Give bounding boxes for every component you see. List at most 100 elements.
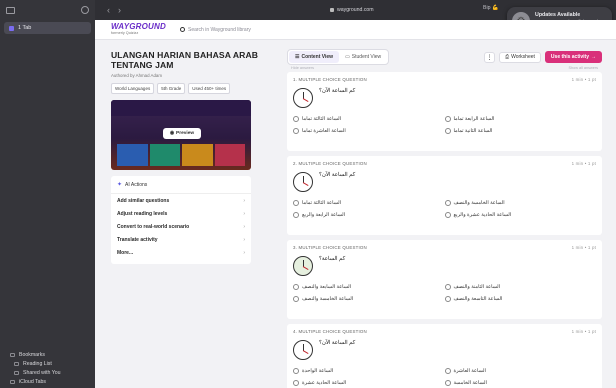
lock-icon [330,7,334,12]
radio-icon [293,116,299,122]
answer-option[interactable]: الساعة العاشرة تماما [293,128,445,134]
tabs-icon [9,25,14,31]
activity-thumbnail[interactable]: ◉ Preview [111,100,251,170]
answer-option[interactable]: الساعة الثانية تماما [444,128,597,134]
search-placeholder: Search in Wayground library [187,26,251,33]
answer-option[interactable]: الساعة الخامسة والنصف [444,200,597,206]
question-body: كم الساعة الآن؟ [293,340,596,360]
answer-option[interactable]: الساعة الواحدة [293,368,445,374]
question-body: كم الساعة الآن؟ [293,172,596,192]
shared-icon [14,370,19,375]
forward-arrow-icon[interactable]: › [118,5,121,15]
radio-icon [444,200,451,206]
radio-icon [444,116,451,122]
option-text: الساعة الحادية عشرة والربع [453,212,512,218]
answer-option[interactable]: الساعة الثامنة والنصف [444,284,597,290]
ai-action-label: More... [117,249,134,256]
question-card[interactable]: 4. MULTIPLE CHOICE QUESTION 1 min • 1 pt… [287,324,602,388]
question-body: كم الساعة؟ [293,256,596,276]
activity-details: ULANGAN HARIAN BAHASA ARAB TENTANG JAM A… [111,50,281,264]
question-header: 4. MULTIPLE CHOICE QUESTION 1 min • 1 pt [293,329,596,334]
radio-icon [444,284,451,290]
ai-action-real-world[interactable]: Convert to real-world scenario › [111,220,251,233]
preview-button[interactable]: ◉ Preview [163,128,201,139]
site-logo[interactable]: WAYGROUND formerly Quizizz [111,22,166,36]
radio-icon [293,296,299,302]
sidebar-item-shared[interactable]: Shared with You [10,368,61,377]
question-type: 2. MULTIPLE CHOICE QUESTION [293,161,367,166]
radio-icon [293,284,299,290]
answer-option[interactable]: الساعة الحادية عشرة والربع [444,212,597,218]
back-arrow-icon[interactable]: ‹ [107,5,110,15]
grade-tag[interactable]: 5th Grade [157,83,186,94]
answer-option[interactable]: الساعة الرابعة تماما [444,116,597,122]
ai-action-label: Translate activity [117,236,158,243]
answer-option[interactable]: الساعة الثالثة تماما [293,200,445,206]
list-icon: ☰ [295,54,300,60]
search-input[interactable]: Search in Wayground library [176,24,296,35]
sidebar-item-reading-list[interactable]: Reading List [10,359,61,368]
answer-option[interactable]: الساعة الحادية عشرة [293,380,445,386]
answer-option[interactable]: الساعة الثالثة تماما [293,116,445,122]
sidebar-item-icloud-tabs[interactable]: iCloud Tabs [10,377,61,386]
monitor-icon: ▭ [345,54,350,60]
use-activity-button[interactable]: Use this activity → [544,51,602,63]
sidebar-tab-item[interactable]: 1 Tab [4,22,91,34]
subject-tag[interactable]: World Languages [111,83,155,94]
option-text: الساعة الثالثة تماما [302,116,342,122]
toolbar-extension[interactable]: Bip 💪 [483,5,498,11]
cloud-icon [10,379,15,384]
question-card[interactable]: 3. MULTIPLE CHOICE QUESTION 1 min • 1 pt… [287,240,602,319]
answer-options: الساعة الثالثة تماما الساعة الرابعة تمام… [293,116,596,134]
answer-option[interactable]: الساعة السابعة والنصف [293,284,445,290]
answer-options: الساعة الثالثة تماما الساعة الخامسة والن… [293,200,596,218]
address-bar[interactable]: wayground.com [330,4,410,15]
question-card[interactable]: 2. MULTIPLE CHOICE QUESTION 1 min • 1 pt… [287,156,602,235]
arrow-right-icon: → [591,54,596,60]
clock-icon [293,172,313,192]
answer-options: الساعة الواحدة الساعة العاشرة الساعة الح… [293,368,596,386]
sidebar-item-label: iCloud Tabs [19,378,47,385]
tab-group-icon[interactable] [81,6,89,14]
ai-actions-title: AI Actions [125,181,148,188]
sidebar-toggle-icon[interactable] [6,6,15,14]
option-text: الساعة العاشرة تماما [302,128,346,134]
question-type: 4. MULTIPLE CHOICE QUESTION [293,329,367,334]
web-page: WAYGROUND formerly Quizizz Search in Way… [95,20,616,388]
tab-content-view[interactable]: ☰ Content View [289,51,340,63]
sidebar-item-label: Shared with You [23,369,61,376]
ai-actions-panel: ✦ AI Actions Add similar questions › Adj… [111,176,251,264]
option-text: الساعة الرابعة والربع [302,212,346,218]
answer-option[interactable]: الساعة الخامسة [444,380,597,386]
worksheet-button[interactable]: ⎙ Worksheet [499,51,541,63]
answer-option[interactable]: الساعة الخامسة والنصف [293,296,445,302]
thumbnail-tile [182,144,213,166]
question-list: Hide answers Show all answers 1. MULTIPL… [287,66,602,388]
chevron-right-icon: › [243,223,245,230]
radio-icon [444,296,451,302]
ai-action-add-similar[interactable]: Add similar questions › [111,194,251,207]
sidebar-item-bookmarks[interactable]: Bookmarks [10,350,61,359]
option-text: الساعة العاشرة [453,368,486,374]
answer-option[interactable]: الساعة الرابعة والربع [293,212,445,218]
ai-action-more[interactable]: More... › [111,246,251,259]
chevron-right-icon: › [243,197,245,204]
question-type: 3. MULTIPLE CHOICE QUESTION [293,245,367,250]
ai-action-translate[interactable]: Translate activity › [111,233,251,246]
tab-student-view[interactable]: ▭ Student View [339,51,387,63]
more-options-button[interactable]: ⋮ [484,51,496,63]
chevron-right-icon: › [243,236,245,243]
radio-icon [293,128,299,134]
radio-icon [444,368,451,374]
question-text: كم الساعة؟ [319,256,346,262]
logo-subtext: formerly Quizizz [111,30,139,35]
ai-action-reading-levels[interactable]: Adjust reading levels › [111,207,251,220]
radio-icon [444,380,451,386]
question-card[interactable]: 1. MULTIPLE CHOICE QUESTION 1 min • 1 pt… [287,72,602,151]
answer-option[interactable]: الساعة العاشرة [444,368,597,374]
option-text: الساعة الرابعة تماما [453,116,495,122]
clock-icon [293,88,313,108]
chevron-right-icon: › [243,249,245,256]
option-text: الساعة الخامسة والنصف [302,296,354,302]
answer-option[interactable]: الساعة التاسعة والنصف [444,296,597,302]
